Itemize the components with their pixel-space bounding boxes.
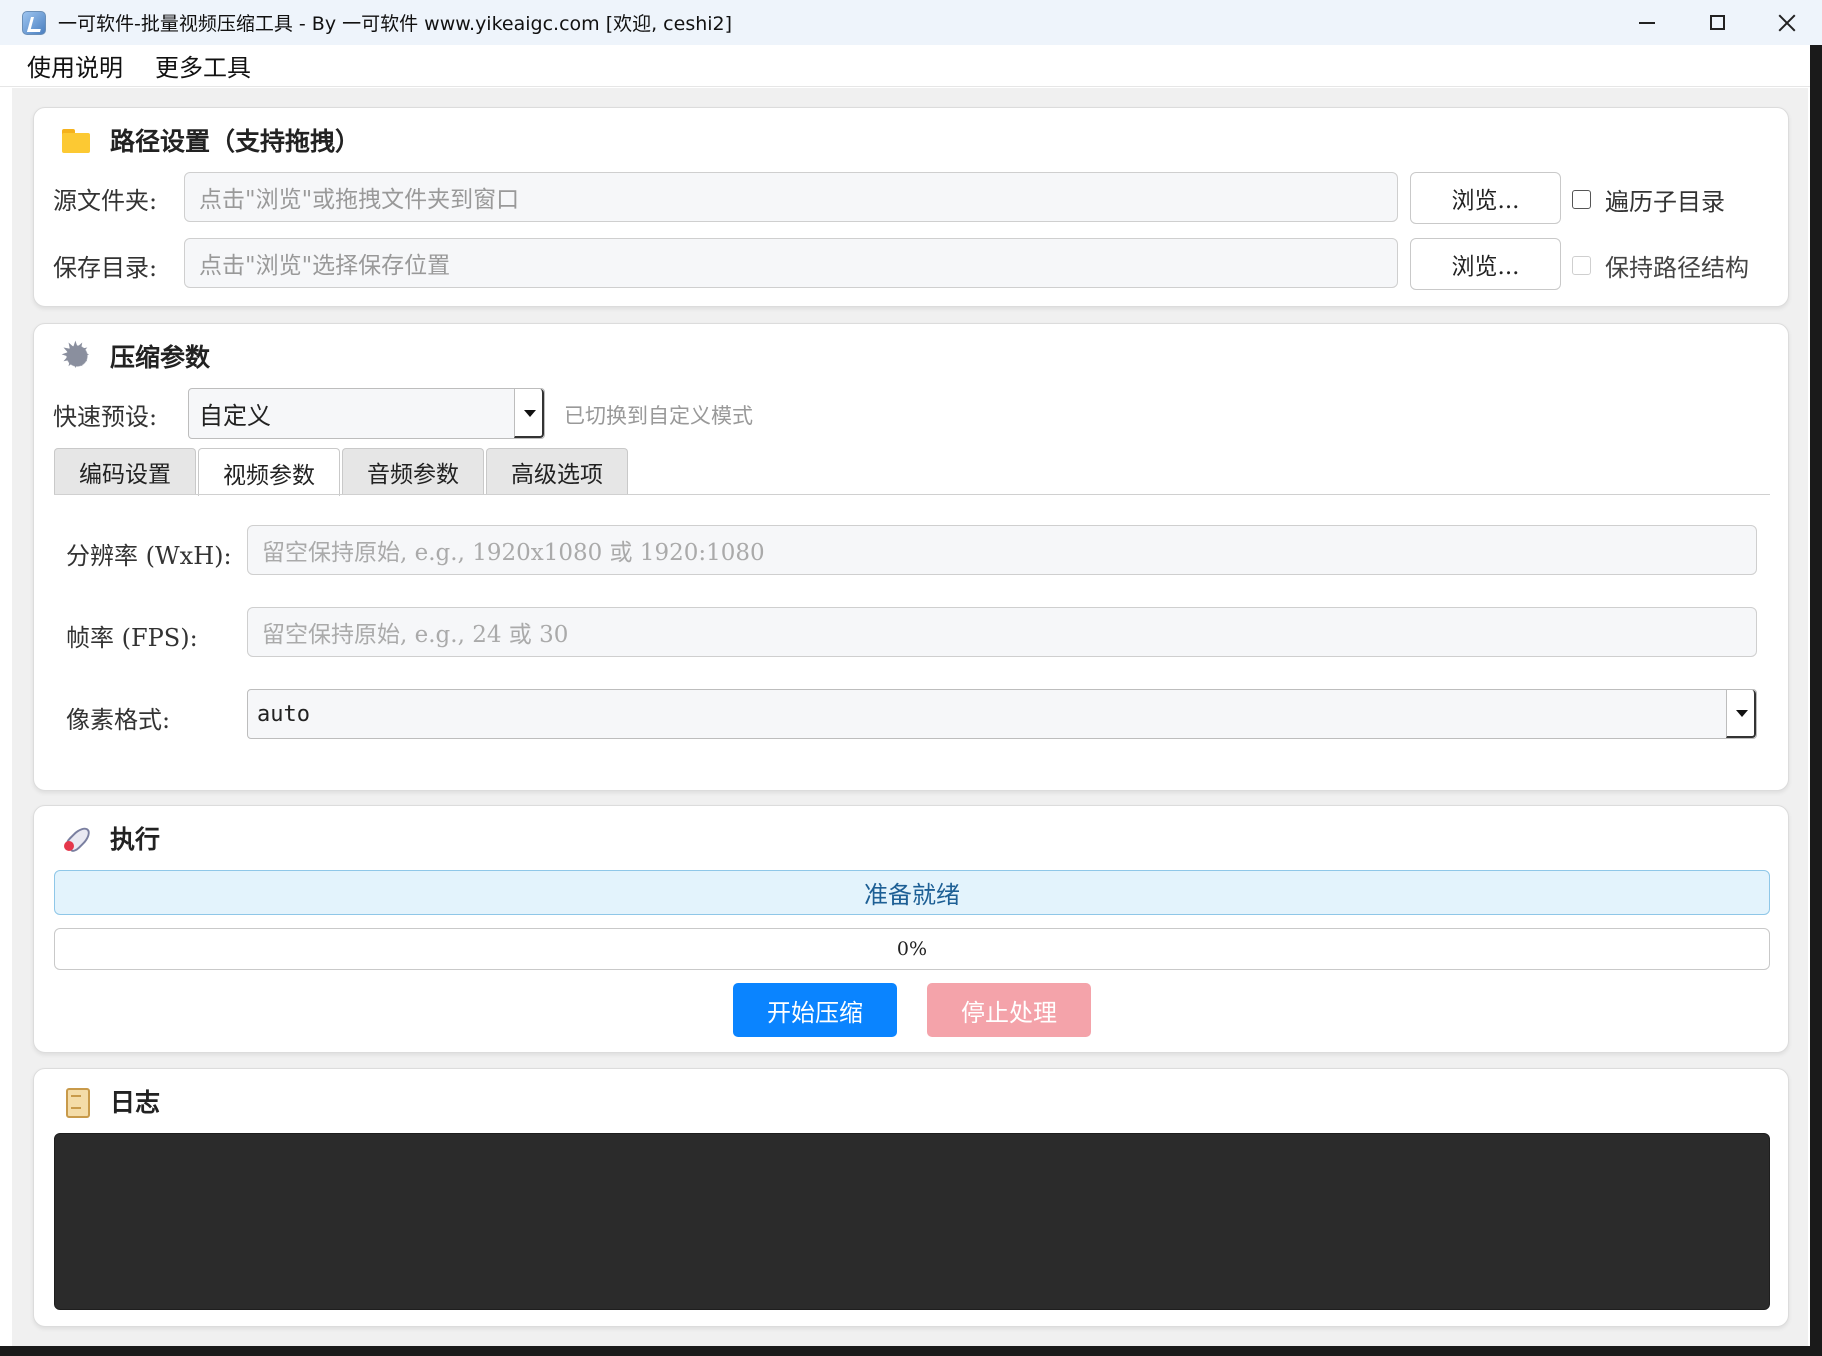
scroll-icon	[62, 1086, 92, 1118]
window-controls	[1612, 0, 1822, 45]
menu-item-more-tools[interactable]: 更多工具	[155, 48, 251, 83]
maximize-icon	[1709, 15, 1725, 30]
rocket-icon	[62, 823, 92, 853]
fps-label: 帧率 (FPS):	[66, 624, 198, 652]
tab-advanced[interactable]: 高级选项	[486, 448, 628, 495]
keep-structure-label: 保持路径结构	[1605, 254, 1749, 282]
window-title: 一可软件-批量视频压缩工具 - By 一可软件 www.yikeaigc.com…	[58, 13, 733, 35]
recurse-subdirs-option[interactable]: 遍历子目录	[1572, 182, 1725, 217]
save-dir-label: 保存目录:	[53, 254, 158, 282]
menu-item-instructions[interactable]: 使用说明	[27, 48, 123, 83]
window-bottom-border	[0, 1346, 1822, 1356]
preset-label: 快速预设:	[53, 403, 158, 431]
progress-text: 0%	[896, 938, 928, 960]
compression-params-card: 压缩参数 快速预设: 自定义 已切换到自定义模式 编码设置 视频参数 音频参数 …	[33, 323, 1789, 791]
compression-params-title-text: 压缩参数	[110, 343, 211, 372]
log-output[interactable]	[54, 1133, 1770, 1310]
window-left-margin	[0, 88, 12, 1346]
chevron-down-icon[interactable]	[514, 389, 544, 438]
tab-encoding[interactable]: 编码设置	[54, 448, 196, 495]
path-settings-title-text: 路径设置（支持拖拽）	[110, 127, 361, 156]
log-card: 日志	[33, 1068, 1789, 1327]
compression-params-title: 压缩参数	[62, 335, 211, 375]
close-button[interactable]	[1752, 0, 1822, 45]
resolution-label: 分辨率 (WxH):	[66, 542, 232, 570]
pixel-format-value: auto	[257, 701, 310, 727]
preset-hint: 已切换到自定义模式	[564, 404, 753, 428]
app-logo-icon	[22, 10, 46, 35]
fps-input[interactable]: 留空保持原始, e.g., 24 或 30	[247, 607, 1757, 657]
recurse-subdirs-label: 遍历子目录	[1605, 188, 1725, 216]
save-dir-input[interactable]: 点击"浏览"选择保存位置	[184, 238, 1398, 288]
menu-bar: 使用说明 更多工具	[0, 45, 1810, 87]
progress-bar: 0%	[54, 928, 1770, 970]
minimize-button[interactable]	[1612, 0, 1682, 45]
tab-divider	[54, 494, 1770, 495]
save-browse-button[interactable]: 浏览...	[1410, 238, 1561, 290]
recurse-subdirs-checkbox[interactable]	[1572, 190, 1591, 209]
keep-structure-option[interactable]: 保持路径结构	[1572, 248, 1749, 283]
keep-structure-checkbox[interactable]	[1572, 256, 1591, 275]
stop-process-button[interactable]: 停止处理	[927, 983, 1091, 1037]
source-folder-input[interactable]: 点击"浏览"或拖拽文件夹到窗口	[184, 172, 1398, 222]
path-settings-card: 路径设置（支持拖拽） 源文件夹: 点击"浏览"或拖拽文件夹到窗口 浏览... 遍…	[33, 107, 1789, 307]
execute-title: 执行	[62, 820, 160, 856]
status-display: 准备就绪	[54, 870, 1770, 915]
execute-card: 执行 准备就绪 0% 开始压缩 停止处理	[33, 805, 1789, 1053]
gear-icon	[62, 335, 92, 375]
tab-audio[interactable]: 音频参数	[342, 448, 484, 495]
maximize-button[interactable]	[1682, 0, 1752, 45]
pixel-format-select[interactable]: auto	[247, 689, 1757, 739]
source-browse-button[interactable]: 浏览...	[1410, 172, 1561, 224]
log-title: 日志	[62, 1083, 160, 1119]
preset-selected-value: 自定义	[199, 402, 271, 430]
title-bar: 一可软件-批量视频压缩工具 - By 一可软件 www.yikeaigc.com…	[0, 0, 1822, 45]
preset-select[interactable]: 自定义	[188, 388, 545, 439]
folder-icon	[62, 125, 92, 155]
log-title-text: 日志	[110, 1088, 161, 1117]
chevron-down-icon[interactable]	[1726, 690, 1756, 738]
source-folder-label: 源文件夹:	[53, 187, 158, 215]
start-compress-button[interactable]: 开始压缩	[733, 983, 897, 1037]
param-tabs: 编码设置 视频参数 音频参数 高级选项	[54, 448, 630, 496]
window-right-border	[1810, 45, 1822, 1356]
minimize-icon	[1639, 21, 1655, 24]
execute-title-text: 执行	[110, 825, 161, 854]
resolution-input[interactable]: 留空保持原始, e.g., 1920x1080 或 1920:1080	[247, 525, 1757, 575]
pixel-format-label: 像素格式:	[66, 706, 171, 734]
close-icon	[1778, 14, 1796, 32]
tab-video[interactable]: 视频参数	[198, 448, 340, 496]
path-settings-title: 路径设置（支持拖拽）	[62, 122, 360, 158]
